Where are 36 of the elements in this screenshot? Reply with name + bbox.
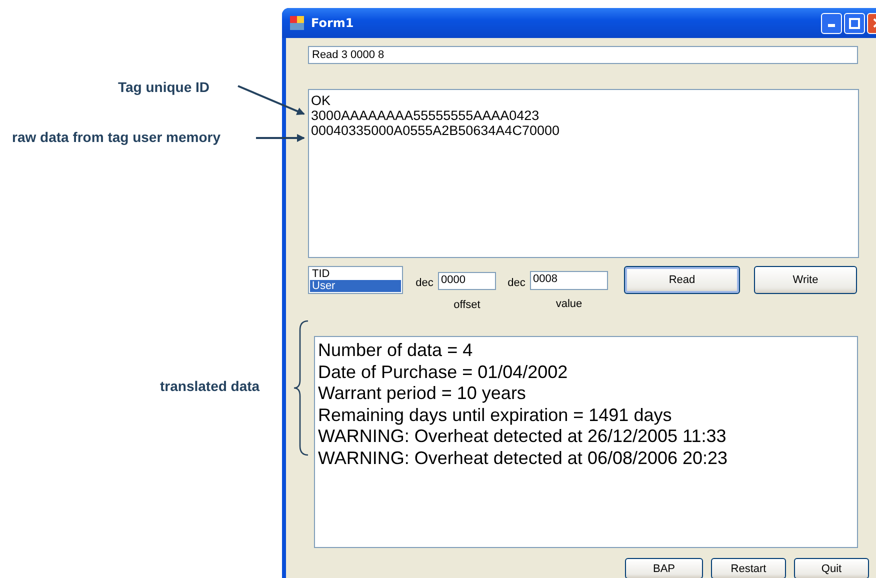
- annotation-label: translated data: [160, 378, 260, 394]
- dec-label: dec: [506, 277, 526, 289]
- output-line: 00040335000A0555A2B50634A4C70000: [311, 123, 560, 138]
- output-text-area[interactable]: OK 3000AAAAAAAA55555555AAAA0423 00040335000A0555A2B50634A4C70000: [308, 89, 859, 258]
- write-button[interactable]: Write: [754, 266, 857, 294]
- minimize-button[interactable]: [821, 12, 842, 34]
- translated-line: Warrant period = 10 years: [318, 383, 527, 404]
- translated-line: Number of data = 4: [318, 340, 474, 362]
- annotation-arrow: [238, 85, 305, 115]
- annotation-label: raw data from tag user memory: [12, 129, 221, 145]
- annotation-arrow: [256, 134, 305, 142]
- translated-line: Remaining days until expiration = 1491 days: [318, 404, 673, 426]
- value-label: value: [556, 298, 582, 310]
- quit-button[interactable]: Quit: [794, 558, 869, 578]
- command-field[interactable]: Read 3 0000 8: [308, 46, 858, 64]
- restart-button[interactable]: Restart: [711, 558, 786, 578]
- translated-text-area[interactable]: [314, 336, 858, 548]
- annotation-label: Tag unique ID: [118, 79, 210, 95]
- app-icon: [289, 15, 305, 31]
- memory-bank-list[interactable]: TID User: [308, 266, 403, 294]
- translated-line: Date of Purchase = 01/04/2002: [318, 362, 569, 383]
- read-button[interactable]: Read: [624, 266, 740, 294]
- dec-label: dec: [414, 277, 434, 289]
- bap-button[interactable]: BAP: [625, 558, 703, 578]
- output-line: OK: [311, 93, 332, 108]
- maximize-button[interactable]: [844, 12, 865, 34]
- list-item[interactable]: TID: [310, 268, 401, 280]
- translated-line: WARNING: Overheat detected at 26/12/2005 11:33: [318, 426, 728, 448]
- list-item[interactable]: User: [310, 280, 401, 292]
- window-title: Form1: [311, 16, 354, 30]
- translated-line: WARNING: Overheat detected at 06/08/2006 20:23: [318, 448, 729, 469]
- maximize-icon: [849, 18, 860, 28]
- output-line: 3000AAAAAAAA55555555AAAA0423: [311, 108, 540, 123]
- offset-label: offset: [454, 299, 480, 311]
- offset-field[interactable]: 0000: [438, 272, 496, 290]
- value-field[interactable]: 0008: [530, 271, 608, 290]
